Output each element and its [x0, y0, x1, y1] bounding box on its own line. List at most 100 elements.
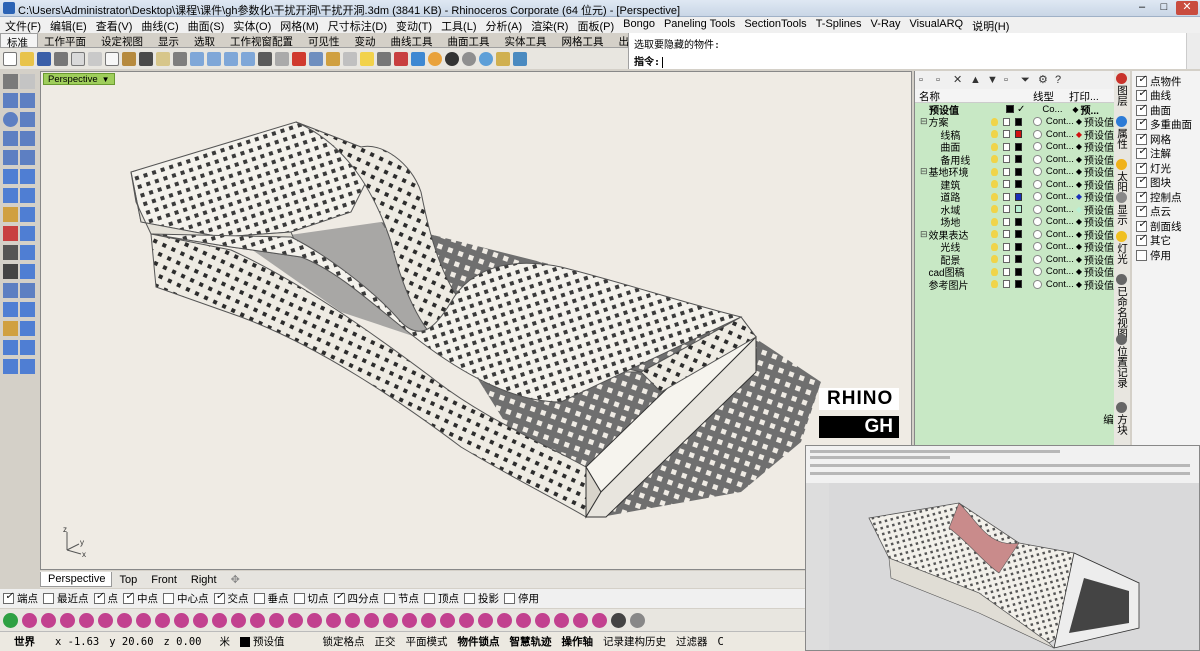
gh-paneling-icon[interactable]	[573, 612, 588, 628]
gh-render-icon[interactable]	[611, 612, 626, 628]
osnap-7[interactable]: 切点	[293, 591, 329, 606]
command-scrollbar[interactable]	[1186, 33, 1200, 69]
menu-paneling-tools[interactable]: Paneling Tools	[659, 17, 739, 33]
filter-toggle[interactable]: 过滤器	[676, 634, 708, 649]
layer-color-swatch[interactable]	[1014, 192, 1023, 201]
zoom-extents-icon[interactable]	[224, 51, 238, 66]
gh-box-icon[interactable]	[136, 612, 151, 628]
osnap-5[interactable]: 交点	[213, 591, 249, 606]
layer-color-swatch[interactable]	[1014, 180, 1023, 189]
grid-snap-toggle[interactable]: 锁定格点	[322, 634, 364, 649]
osnap-1[interactable]: 最近点	[43, 591, 89, 606]
expand-toggle-icon[interactable]: ⊟	[919, 166, 928, 177]
lock-icon[interactable]	[377, 51, 391, 66]
tab-set-view[interactable]: 设定视图	[95, 33, 152, 48]
side-tab-icon[interactable]	[1116, 116, 1127, 127]
rotate-icon[interactable]	[20, 321, 35, 336]
shaded-sphere-icon[interactable]	[462, 51, 476, 66]
lock-icon[interactable]	[1002, 167, 1010, 176]
layer-color-swatch[interactable]	[1014, 267, 1023, 276]
material-dot-icon[interactable]	[1033, 279, 1042, 289]
gh-chamfer-icon[interactable]	[440, 612, 455, 628]
filter-row[interactable]: 曲面	[1132, 103, 1200, 118]
polyline-icon[interactable]	[3, 93, 18, 108]
material-dot-icon[interactable]	[1033, 254, 1042, 264]
render-sphere-icon[interactable]	[445, 51, 459, 66]
lock-icon[interactable]	[1002, 255, 1010, 264]
layer-color-swatch[interactable]	[1014, 205, 1023, 214]
gh-blend-icon[interactable]	[326, 612, 341, 628]
filter-checkbox[interactable]	[1136, 117, 1147, 131]
material-dot-icon[interactable]	[1033, 229, 1042, 239]
side-tab-icon[interactable]	[1116, 334, 1127, 345]
print-color-diamond-icon[interactable]: ◆	[1076, 117, 1082, 126]
osnap-2[interactable]: 点	[93, 591, 118, 606]
properties-icon[interactable]	[292, 51, 306, 66]
gh-split-icon[interactable]	[478, 612, 493, 628]
cplane-icon[interactable]	[309, 51, 323, 66]
side-tab-icon[interactable]	[1116, 231, 1127, 242]
menu-transform[interactable]: 变动(T)	[391, 17, 436, 33]
osnap-checkbox[interactable]	[424, 593, 435, 604]
save-icon[interactable]	[37, 51, 51, 66]
dimension-icon[interactable]	[20, 283, 35, 298]
layer-color-swatch[interactable]	[1014, 217, 1023, 226]
menu-edit[interactable]: 编辑(E)	[45, 17, 91, 33]
help-icon[interactable]	[513, 51, 527, 66]
layer-color-swatch[interactable]	[1014, 155, 1023, 164]
project-icon[interactable]	[3, 359, 18, 374]
filter-row[interactable]: 灯光	[1132, 161, 1200, 176]
layer-linetype[interactable]: Cont...	[1046, 116, 1074, 127]
filter-checkbox[interactable]	[1136, 233, 1147, 247]
osnap-checkbox[interactable]	[163, 593, 174, 604]
layer-linetype[interactable]: Cont...	[1046, 279, 1074, 290]
layer-color-swatch[interactable]	[1014, 242, 1023, 251]
column-print[interactable]: 打印...	[1069, 89, 1099, 103]
print-color-diamond-icon[interactable]: ◆	[1076, 192, 1082, 201]
side-tab[interactable]: 位置记录	[1115, 346, 1129, 388]
zoom-icon[interactable]	[190, 51, 204, 66]
menu-view[interactable]: 查看(V)	[91, 17, 137, 33]
layer-linetype[interactable]: Cont...	[1046, 191, 1074, 202]
osnap-10[interactable]: 顶点	[424, 591, 459, 606]
new-sublayer-icon[interactable]: ▫	[936, 74, 947, 86]
lock-icon[interactable]	[1002, 242, 1010, 251]
ellipse-icon[interactable]	[3, 131, 18, 146]
move-icon[interactable]	[3, 226, 18, 241]
print-color-diamond-icon[interactable]: ◆	[1076, 167, 1082, 176]
rotate-view-icon[interactable]	[173, 51, 187, 66]
maximize-button[interactable]: □	[1153, 1, 1175, 15]
print-color-diamond-icon[interactable]: ◆	[1076, 280, 1082, 289]
layer-linetype[interactable]: Cont...	[1046, 166, 1074, 177]
layer-color-swatch[interactable]	[1014, 280, 1023, 289]
gh-rail-icon[interactable]	[307, 612, 322, 628]
tab-mesh-tools[interactable]: 网格工具	[556, 33, 613, 48]
filter-checkbox[interactable]	[1136, 161, 1147, 174]
pan-hand-icon[interactable]	[156, 51, 170, 66]
tab-solid-tools[interactable]: 实体工具	[499, 33, 556, 48]
menu-solid[interactable]: 实体(O)	[228, 17, 275, 33]
tab-top[interactable]: Top	[112, 574, 144, 586]
move-up-icon[interactable]: ▲	[970, 74, 981, 86]
copy-icon[interactable]	[105, 51, 119, 66]
box-solid-icon[interactable]	[3, 169, 18, 184]
visibility-bulb-icon[interactable]	[991, 267, 998, 276]
osnap-checkbox[interactable]	[384, 593, 395, 604]
move-out-icon[interactable]: ▫	[1004, 74, 1015, 86]
side-tab-icon[interactable]	[1116, 274, 1127, 285]
add-viewport-tab-icon[interactable]: ✥	[224, 573, 247, 586]
tab-right[interactable]: Right	[184, 574, 224, 586]
gh-explode-icon[interactable]	[402, 612, 417, 628]
freeform-icon[interactable]	[20, 150, 35, 165]
filter-checkbox[interactable]	[1136, 190, 1147, 203]
side-tab[interactable]: 方块编	[1102, 414, 1129, 445]
lock-icon[interactable]	[1002, 155, 1010, 164]
filter-row[interactable]: 注解	[1132, 146, 1200, 162]
print-color-diamond-icon[interactable]: ◆	[1072, 105, 1078, 114]
gh-settings-icon[interactable]	[630, 612, 645, 628]
lock-icon[interactable]	[1002, 267, 1010, 276]
filter-row[interactable]: 控制点	[1132, 190, 1200, 205]
gh-network-icon[interactable]	[288, 612, 303, 628]
layer-row[interactable]: 参考图片 Cont... ◆ 预设值	[915, 278, 1114, 292]
scale-icon[interactable]	[20, 340, 35, 355]
